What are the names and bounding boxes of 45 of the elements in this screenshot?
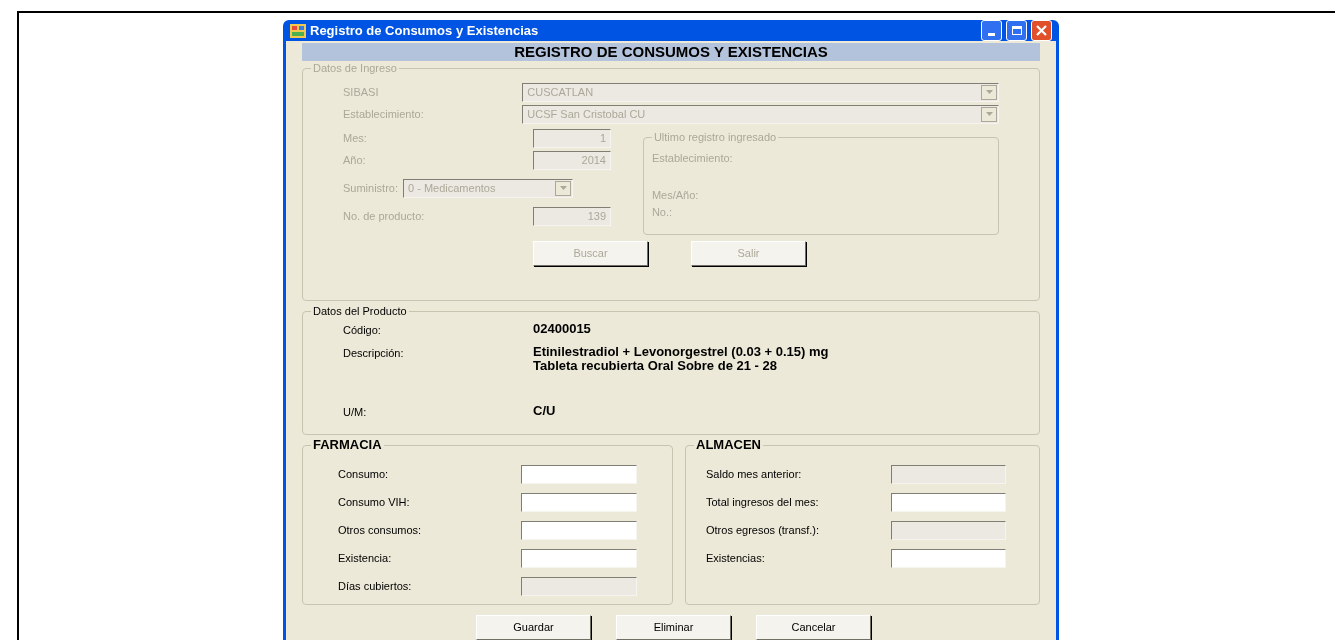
- field-label: Total ingresos del mes:: [706, 494, 820, 510]
- field-label: Mes:: [343, 130, 368, 146]
- field-label: Existencia:: [338, 550, 393, 566]
- field-value: C/U: [533, 404, 556, 418]
- input-field[interactable]: [891, 492, 1006, 512]
- group-title: Ultimo registro ingresado: [651, 130, 779, 144]
- field-value: Tableta recubierta Oral Sobre de 21 - 28: [533, 359, 777, 373]
- field-label: Establecimiento:: [343, 106, 425, 122]
- input-field[interactable]: [521, 492, 637, 512]
- input-field[interactable]: [891, 548, 1006, 568]
- info-label: No.:: [651, 205, 674, 220]
- field-value: 02400015: [533, 322, 591, 336]
- info-label: Establecimiento:: [651, 151, 734, 166]
- group-title: Datos de Ingreso: [311, 61, 399, 75]
- field-label: U/M:: [343, 405, 368, 420]
- field-label: SIBASI: [343, 84, 380, 100]
- field-label: Existencias:: [706, 550, 766, 566]
- field-value: Etinilestradiol + Levonorgestrel (0.03 + 0.15) mg: [533, 345, 829, 359]
- maximize-icon[interactable]: [1006, 20, 1027, 41]
- info-label: Mes/Año:: [651, 188, 700, 203]
- button[interactable]: Guardar: [476, 615, 591, 640]
- minimize-icon[interactable]: [981, 20, 1002, 41]
- field-label: Otros egresos (transf.):: [706, 522, 821, 538]
- field-label: Saldo mes anterior:: [706, 466, 803, 482]
- group-title: FARMACIA: [311, 438, 384, 452]
- input-field[interactable]: [521, 464, 637, 484]
- button[interactable]: Cancelar: [756, 615, 871, 640]
- group-title: ALMACEN: [694, 438, 763, 452]
- input-field[interactable]: [521, 548, 637, 568]
- field-label: Otros consumos:: [338, 522, 423, 538]
- form-header: REGISTRO DE CONSUMOS Y EXISTENCIAS: [302, 43, 1040, 61]
- window-title: Registro de Consumos y Existencias: [310, 21, 540, 40]
- button[interactable]: Eliminar: [616, 615, 731, 640]
- app-icon: [290, 23, 306, 38]
- field-label: Código:: [343, 323, 382, 338]
- field-label: Días cubiertos:: [338, 578, 413, 594]
- field-label: Descripción:: [343, 346, 405, 361]
- field-label: Consumo VIH:: [338, 494, 411, 510]
- group-title: Datos del Producto: [311, 304, 409, 318]
- close-icon[interactable]: [1031, 20, 1052, 41]
- field-label: Consumo:: [338, 466, 390, 482]
- input-field[interactable]: [521, 520, 637, 540]
- field-label: Año:: [343, 152, 367, 168]
- field-label: Suministro:: [343, 180, 400, 196]
- field-label: No. de producto:: [343, 208, 426, 224]
